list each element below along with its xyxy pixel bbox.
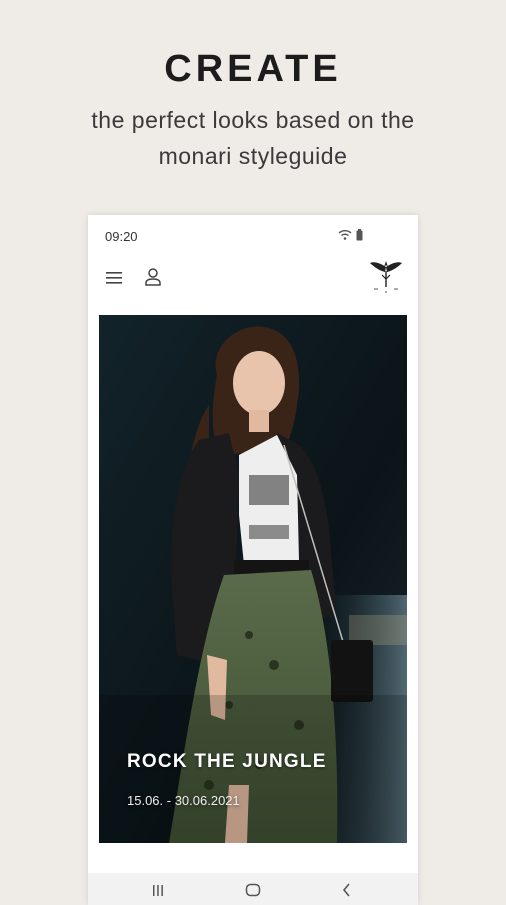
status-icons (338, 229, 363, 241)
system-nav-bar (88, 873, 418, 905)
wifi-icon (338, 230, 352, 240)
phone-screen: 09:20 ROCK THE JUNGLE 15.06. - 30.06.202… (88, 215, 418, 905)
recent-apps-button[interactable] (143, 883, 173, 903)
page-title: CREATE (164, 48, 342, 90)
campaign-card[interactable]: ROCK THE JUNGLE 15.06. - 30.06.2021 (99, 315, 407, 843)
back-icon (342, 883, 350, 897)
back-button[interactable] (332, 883, 362, 903)
recent-apps-icon (153, 885, 163, 896)
campaign-title: ROCK THE JUNGLE (127, 751, 327, 772)
battery-icon (356, 229, 363, 241)
status-time: 09:20 (105, 229, 138, 244)
menu-icon (106, 272, 122, 284)
monari-logo[interactable] (366, 259, 406, 295)
home-button[interactable] (238, 883, 268, 903)
home-icon (245, 883, 261, 897)
app-bar (88, 259, 418, 315)
campaign-dates: 15.06. - 30.06.2021 (127, 793, 240, 808)
account-icon (145, 268, 161, 286)
account-button[interactable] (141, 265, 165, 289)
status-bar: 09:20 (88, 215, 418, 259)
menu-button[interactable] (103, 267, 125, 289)
page-subtitle: the perfect looks based on the monari st… (91, 107, 415, 169)
